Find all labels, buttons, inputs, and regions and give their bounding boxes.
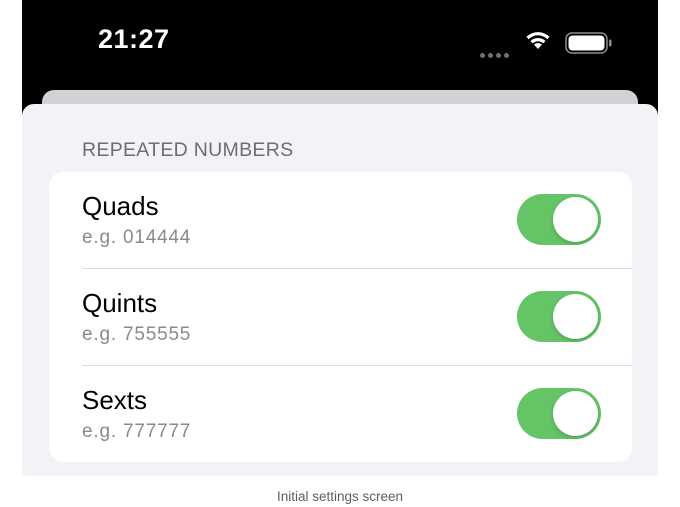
setting-title: Quads	[82, 191, 159, 221]
figure-caption: Initial settings screen	[276, 489, 404, 504]
quints-toggle[interactable]	[517, 291, 601, 342]
setting-row-quints: Quints e.g. 755555	[49, 269, 632, 366]
setting-subtitle: e.g. 755555	[82, 324, 192, 345]
setting-subtitle: e.g. 014444	[82, 227, 192, 248]
cellular-signal-icon	[480, 45, 512, 63]
setting-row-sexts: Sexts e.g. 777777	[49, 366, 632, 462]
setting-title: Sexts	[82, 385, 148, 415]
sexts-toggle[interactable]	[517, 388, 601, 439]
toggle-knob	[553, 294, 598, 339]
status-time: 21:27	[98, 24, 170, 54]
status-bar: 21:27	[22, 0, 658, 90]
setting-subtitle: e.g. 777777	[82, 421, 192, 442]
section-header: REPEATED NUMBERS	[82, 139, 294, 161]
wifi-icon	[526, 32, 550, 49]
toggle-knob	[553, 197, 598, 242]
settings-group: Quads e.g. 014444 Quints e.g. 755555 Sex…	[49, 172, 632, 462]
phone-screen: 21:27 REPEATED NUMBERS Quads e.g. 014444	[22, 0, 658, 476]
toggle-knob	[553, 391, 598, 436]
setting-row-quads: Quads e.g. 014444	[49, 172, 632, 269]
settings-sheet: REPEATED NUMBERS Quads e.g. 014444 Quint…	[22, 104, 658, 476]
quads-toggle[interactable]	[517, 194, 601, 245]
setting-title: Quints	[82, 288, 158, 318]
battery-icon	[565, 32, 612, 54]
